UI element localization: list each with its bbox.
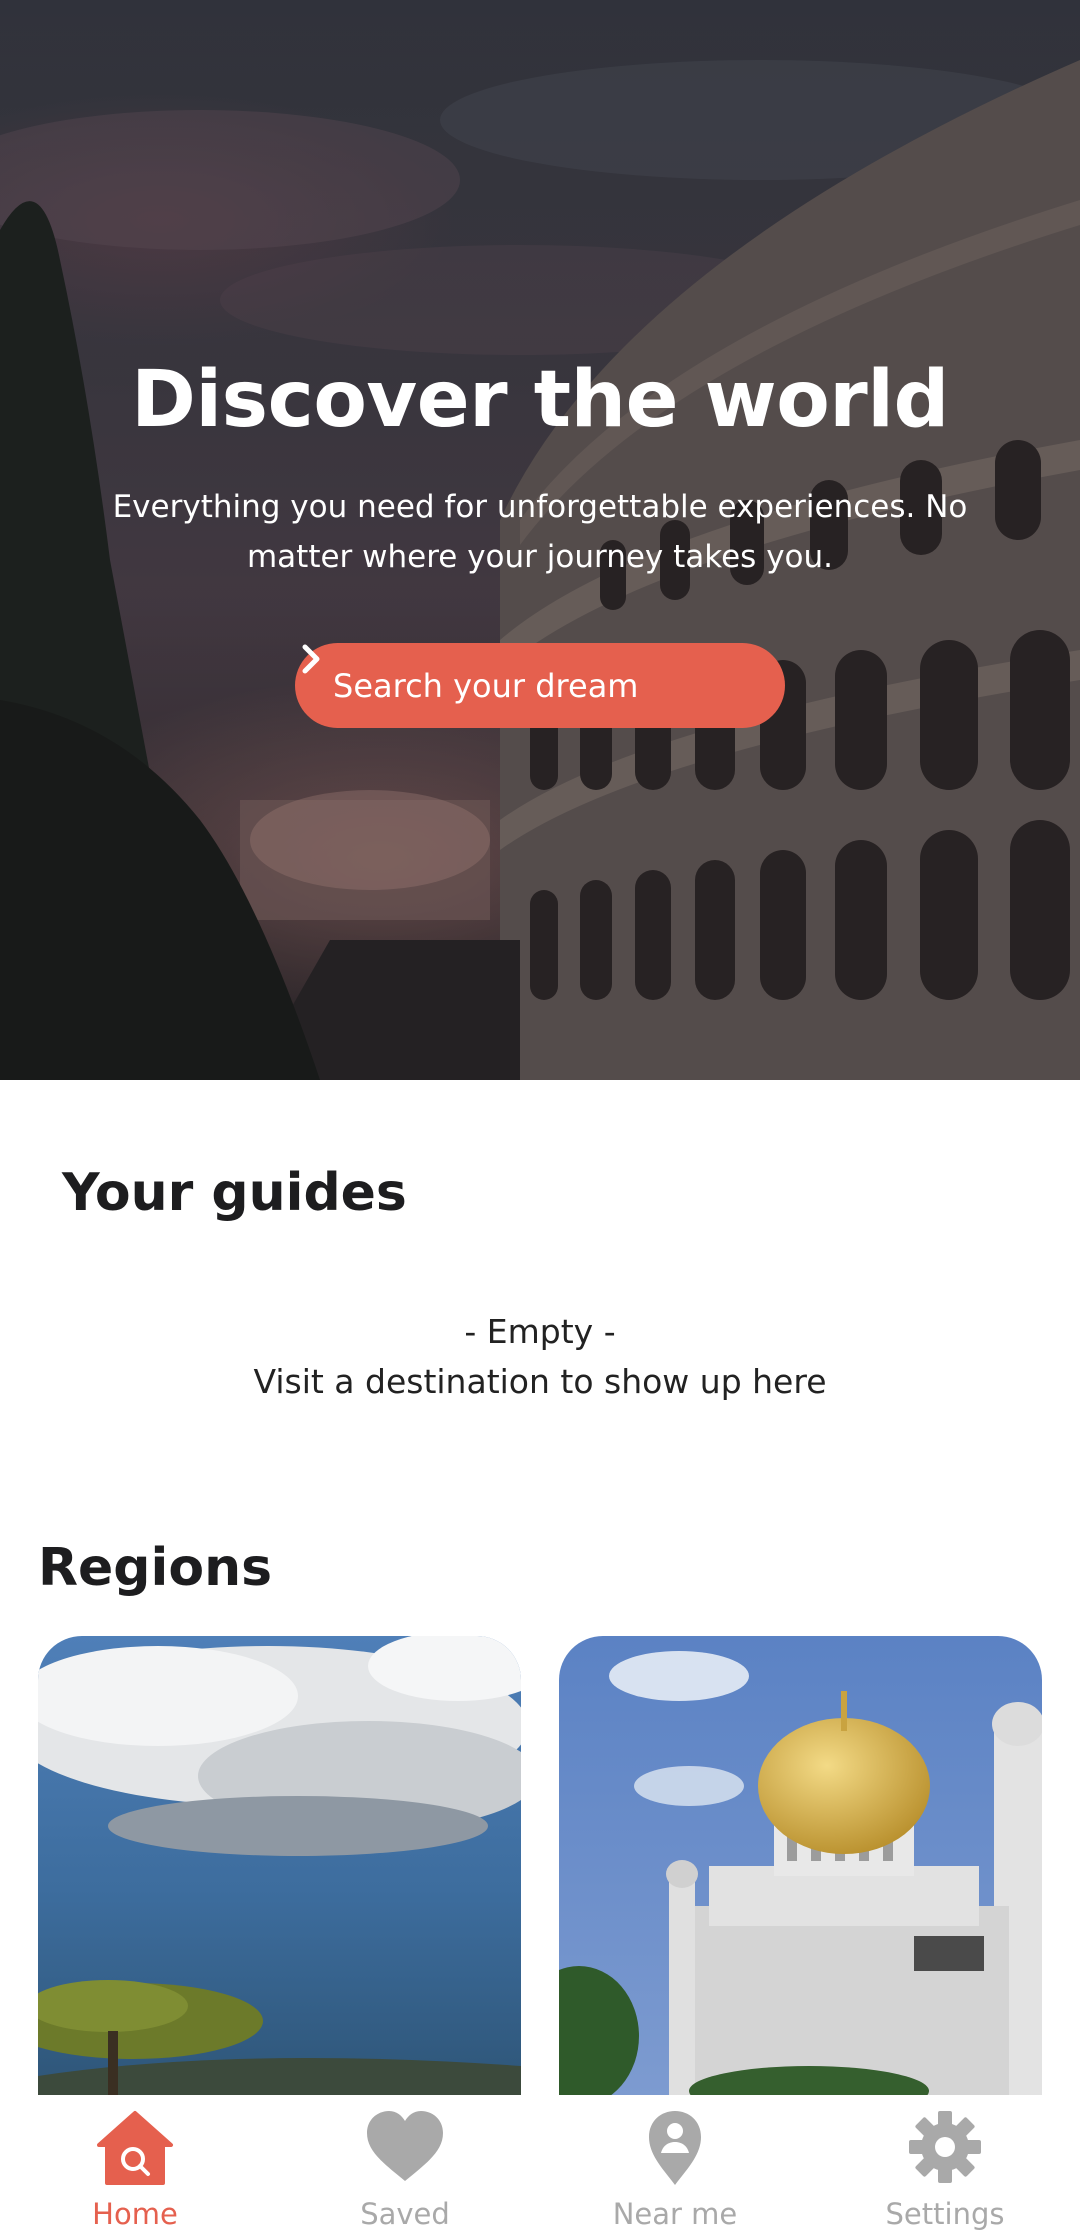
nav-item-near-me[interactable]: Near me [540,2095,810,2232]
nav-label-saved: Saved [360,2197,450,2231]
nav-item-saved[interactable]: Saved [270,2095,540,2232]
guides-section-title: Your guides [62,1163,407,1223]
search-dream-button[interactable]: Search your dream [295,643,785,728]
region-card-savanna[interactable] [38,1636,521,2096]
location-pin-icon [649,2111,701,2185]
home-search-icon [97,2111,173,2185]
regions-section-title: Regions [38,1538,273,1598]
search-dream-button-label: Search your dream [333,666,639,705]
heart-icon [367,2111,443,2181]
golden-dome-mosque-image [559,1636,1042,2096]
region-card-mosque[interactable] [559,1636,1042,2096]
chevron-right-icon [302,644,320,674]
gear-icon [909,2111,981,2183]
guides-empty-hint: Visit a destination to show up here [253,1362,827,1401]
nav-label-near-me: Near me [612,2197,738,2231]
hero-title: Discover the world [131,355,949,445]
bottom-navigation: Home Saved Near me Settings [0,2095,1080,2232]
nav-item-home[interactable]: Home [0,2095,270,2232]
nav-label-settings: Settings [885,2197,1005,2231]
savanna-landscape-image [38,1636,521,2096]
hero-banner: Discover the world Everything you need f… [0,0,1080,1080]
nav-label-home: Home [92,2197,178,2231]
guides-empty-label: - Empty - [464,1312,616,1351]
hero-subtitle: Everything you need for unforgettable ex… [112,489,968,575]
nav-item-settings[interactable]: Settings [810,2095,1080,2232]
